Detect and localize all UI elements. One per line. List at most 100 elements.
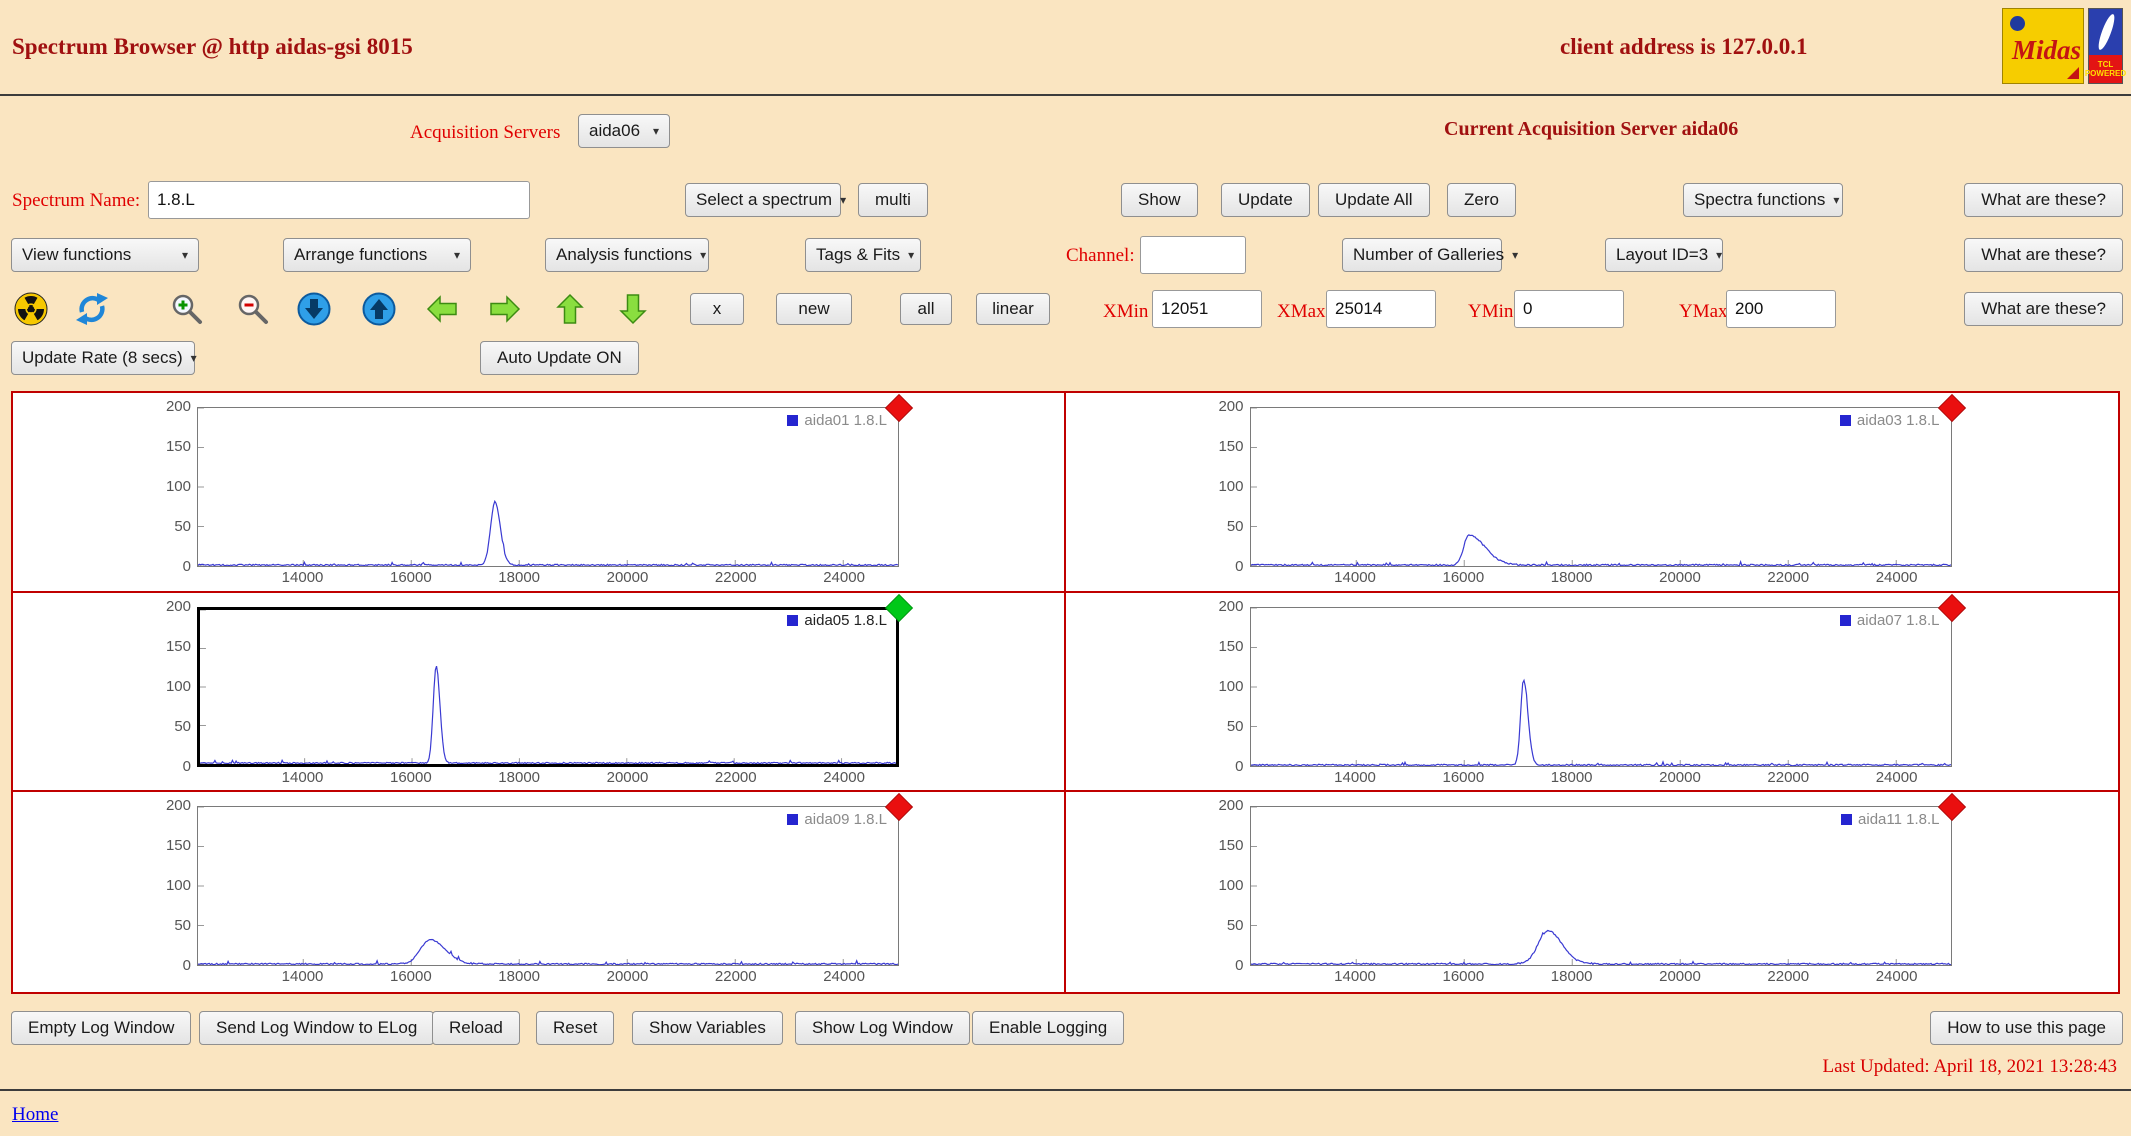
chevron-down-icon: ▾ <box>908 248 914 262</box>
update-button[interactable]: Update <box>1221 183 1310 217</box>
y-tick-label: 0 <box>135 758 191 776</box>
gallery-panel-aida01[interactable]: 0501001502001400016000180002000022000240… <box>13 393 1066 593</box>
x-tick-label: 24000 <box>1852 569 1942 586</box>
acquisition-server-value: aida06 <box>589 121 640 141</box>
x-button[interactable]: x <box>690 293 744 325</box>
compress-y-icon[interactable] <box>297 292 331 326</box>
send-log-window-button[interactable]: Send Log Window to ELog <box>199 1011 434 1045</box>
all-button[interactable]: all <box>900 293 952 325</box>
ymin-input[interactable] <box>1514 290 1624 328</box>
last-updated-text: Last Updated: April 18, 2021 13:28:43 <box>1823 1056 2117 1078</box>
layout-id-label: Layout ID=3 <box>1616 245 1708 265</box>
x-tick-label: 24000 <box>799 968 889 985</box>
y-tick-label: 200 <box>1188 797 1244 815</box>
what-are-these-button-2[interactable]: What are these? <box>1964 238 2123 272</box>
spectra-functions-dropdown[interactable]: Spectra functions ▾ <box>1683 183 1843 217</box>
gallery-panel-aida11[interactable]: 0501001502001400016000180002000022000240… <box>1066 792 2119 992</box>
spectrum-plot[interactable] <box>197 407 899 567</box>
x-tick-label: 22000 <box>1743 569 1833 586</box>
arrange-functions-label: Arrange functions <box>294 245 427 265</box>
x-tick-label: 18000 <box>474 968 564 985</box>
shift-up-icon[interactable] <box>553 292 587 326</box>
new-button[interactable]: new <box>776 293 852 325</box>
gallery-panel-aida03[interactable]: 0501001502001400016000180002000022000240… <box>1066 393 2119 593</box>
expand-y-icon[interactable] <box>362 292 396 326</box>
tcl-powered-logo: TCL POWERED <box>2088 8 2123 84</box>
x-tick-label: 24000 <box>799 769 889 786</box>
show-button[interactable]: Show <box>1121 183 1198 217</box>
spectrum-plot[interactable] <box>197 806 899 966</box>
linear-button[interactable]: linear <box>976 293 1050 325</box>
shift-left-icon[interactable] <box>425 292 459 326</box>
show-log-window-button[interactable]: Show Log Window <box>795 1011 970 1045</box>
spectrum-plot[interactable] <box>1250 806 1952 966</box>
layout-id-dropdown[interactable]: Layout ID=3 ▾ <box>1605 238 1723 272</box>
y-tick-label: 200 <box>1188 398 1244 416</box>
y-tick-label: 150 <box>135 638 191 656</box>
y-tick-label: 200 <box>135 797 191 815</box>
select-spectrum-label: Select a spectrum <box>696 190 832 210</box>
number-of-galleries-dropdown[interactable]: Number of Galleries ▾ <box>1342 238 1502 272</box>
y-tick-label: 150 <box>1188 438 1244 456</box>
shift-down-icon[interactable] <box>616 292 650 326</box>
x-tick-label: 18000 <box>1527 968 1617 985</box>
x-tick-label: 18000 <box>1527 769 1617 786</box>
y-tick-label: 150 <box>135 837 191 855</box>
x-tick-label: 16000 <box>1418 569 1508 586</box>
chevron-down-icon: ▾ <box>1716 248 1722 262</box>
x-tick-label: 18000 <box>1527 569 1617 586</box>
reload-button[interactable]: Reload <box>432 1011 520 1045</box>
home-link[interactable]: Home <box>12 1104 58 1126</box>
select-spectrum-dropdown[interactable]: Select a spectrum ▾ <box>685 183 841 217</box>
spectrum-name-input[interactable] <box>148 181 530 219</box>
spectrum-plot[interactable] <box>1250 407 1952 567</box>
x-tick-label: 20000 <box>1635 968 1725 985</box>
show-variables-button[interactable]: Show Variables <box>632 1011 783 1045</box>
enable-logging-button[interactable]: Enable Logging <box>972 1011 1124 1045</box>
page-title: Spectrum Browser @ http aidas-gsi 8015 <box>12 34 413 60</box>
empty-log-window-button[interactable]: Empty Log Window <box>11 1011 191 1045</box>
analysis-functions-dropdown[interactable]: Analysis functions ▾ <box>545 238 709 272</box>
reset-button[interactable]: Reset <box>536 1011 614 1045</box>
gallery-panel-aida07[interactable]: 0501001502001400016000180002000022000240… <box>1066 593 2119 793</box>
y-tick-label: 50 <box>135 917 191 935</box>
x-tick-label: 22000 <box>691 569 781 586</box>
xmax-input[interactable] <box>1326 290 1436 328</box>
x-tick-label: 24000 <box>799 569 889 586</box>
zoom-in-icon[interactable] <box>170 292 204 326</box>
gallery-grid: 0501001502001400016000180002000022000240… <box>11 391 2120 994</box>
ymax-input[interactable] <box>1726 290 1836 328</box>
x-tick-label: 20000 <box>1635 769 1725 786</box>
zero-button[interactable]: Zero <box>1447 183 1516 217</box>
spectrum-plot[interactable] <box>1250 607 1952 767</box>
gallery-panel-aida09[interactable]: 0501001502001400016000180002000022000240… <box>13 792 1066 992</box>
refresh-icon[interactable] <box>75 292 109 326</box>
shift-right-icon[interactable] <box>488 292 522 326</box>
what-are-these-button-3[interactable]: What are these? <box>1964 292 2123 326</box>
acquisition-server-select[interactable]: aida06 ▾ <box>578 114 670 148</box>
number-of-galleries-label: Number of Galleries <box>1353 245 1504 265</box>
channel-input[interactable] <box>1140 236 1246 274</box>
ymin-label: YMin <box>1468 301 1513 323</box>
spectra-functions-label: Spectra functions <box>1694 190 1825 210</box>
spectrum-plot[interactable] <box>197 607 899 767</box>
xmin-input[interactable] <box>1152 290 1262 328</box>
update-all-button[interactable]: Update All <box>1318 183 1430 217</box>
update-rate-dropdown[interactable]: Update Rate (8 secs) ▾ <box>11 341 195 375</box>
radiation-icon[interactable] <box>14 292 48 326</box>
tcl-logo-line2: POWERED <box>2085 69 2126 78</box>
x-tick-label: 16000 <box>1418 769 1508 786</box>
what-are-these-button-1[interactable]: What are these? <box>1964 183 2123 217</box>
y-tick-label: 50 <box>1188 718 1244 736</box>
zoom-out-icon[interactable] <box>236 292 270 326</box>
how-to-use-button[interactable]: How to use this page <box>1930 1011 2123 1045</box>
y-tick-label: 200 <box>1188 598 1244 616</box>
gallery-panel-aida05[interactable]: 0501001502001400016000180002000022000240… <box>13 593 1066 793</box>
x-tick-label: 14000 <box>1310 569 1400 586</box>
auto-update-button[interactable]: Auto Update ON <box>480 341 639 375</box>
view-functions-dropdown[interactable]: View functions ▾ <box>11 238 199 272</box>
tags-fits-dropdown[interactable]: Tags & Fits ▾ <box>805 238 921 272</box>
multi-button[interactable]: multi <box>858 183 928 217</box>
arrange-functions-dropdown[interactable]: Arrange functions ▾ <box>283 238 471 272</box>
chevron-down-icon: ▾ <box>182 248 188 262</box>
